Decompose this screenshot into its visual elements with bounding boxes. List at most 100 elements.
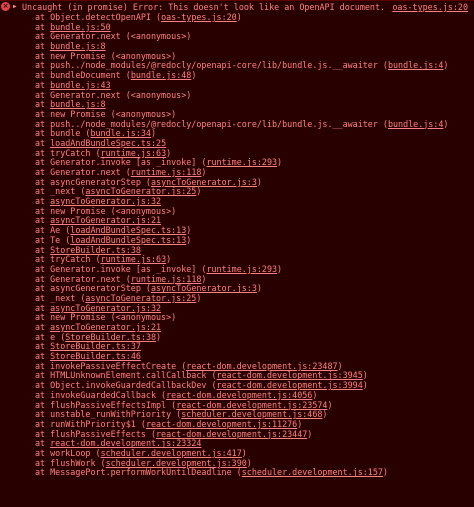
stack-frame-source-link[interactable]: bundle.js:34 bbox=[90, 128, 151, 138]
stack-frame-suffix: ) bbox=[236, 12, 242, 22]
stack-frame-source-link[interactable]: StoreBuilder.ts:37 bbox=[50, 341, 141, 352]
stack-frame-source-link[interactable]: StoreBuilder.ts:38 bbox=[50, 245, 141, 255]
stack-frame-suffix: ) bbox=[156, 331, 162, 342]
stack-frame-source-link[interactable]: scheduler.development.js:468 bbox=[181, 409, 322, 419]
stack-frame-text: at bbox=[35, 137, 51, 148]
stack-frame-source-link[interactable]: bundle.js:48 bbox=[131, 70, 192, 80]
stack-frame-source-link[interactable]: runtime.js:63 bbox=[101, 148, 167, 158]
stack-frame-text: at new Promise (<anonymous>) bbox=[35, 205, 177, 216]
stack-frame-suffix: ) bbox=[196, 292, 202, 303]
stack-frame-text: at tryCatch ( bbox=[35, 147, 101, 158]
stack-frame-text: at flushWork ( bbox=[35, 457, 106, 468]
stack-frame-suffix: ) bbox=[186, 225, 192, 236]
stack-frame-source-link[interactable]: react-dom.development.js:11276 bbox=[146, 419, 297, 429]
stack-frame-text: at bbox=[35, 322, 51, 332]
stack-frame-source-link[interactable]: react-dom.development.js:3994 bbox=[217, 380, 363, 390]
stack-frame-text: at asyncGeneratorStep ( bbox=[35, 283, 151, 294]
stack-frame-text: at bbox=[35, 302, 51, 313]
stack-frame-source-link[interactable]: react-dom.development.js:3945 bbox=[217, 370, 363, 381]
stack-frame-suffix: ) bbox=[166, 254, 172, 265]
stack-frame-text: at bbox=[35, 41, 51, 52]
stack-frame-suffix: ) bbox=[297, 418, 303, 429]
stack-frame-suffix: ) bbox=[256, 283, 262, 294]
stack-frame-source-link[interactable]: asyncToGenerator.js:32 bbox=[50, 196, 161, 206]
stack-frame-source-link[interactable]: asyncToGenerator.js:21 bbox=[50, 215, 161, 226]
stack-frame-source-link[interactable]: bundle.js:8 bbox=[50, 99, 105, 109]
stack-frame-source-link[interactable]: scheduler.development.js:417 bbox=[101, 448, 242, 458]
stack-frame-suffix: ) bbox=[191, 70, 197, 81]
error-message: Uncaught (in promise) Error: This doesn'… bbox=[22, 2, 386, 12]
stack-frame-text: at push../node_modules/@redocly/openapi-… bbox=[35, 60, 388, 71]
stack-frame-suffix: ) bbox=[277, 263, 283, 274]
stack-frame-text: at new Promise (<anonymous>) bbox=[35, 50, 177, 61]
stack-frame-text: at _next ( bbox=[35, 292, 86, 303]
stack-frame-text: at bbox=[35, 438, 51, 449]
stack-frame-source-link[interactable]: asyncToGenerator.js:25 bbox=[85, 293, 196, 303]
stack-frame-suffix: ) bbox=[150, 128, 157, 139]
stack-frame-source-link[interactable]: runtime.js:118 bbox=[131, 274, 202, 284]
stack-frame-source-link[interactable]: bundle.js:4 bbox=[388, 60, 443, 71]
stack-frame-text: at Generator.invoke [as _invoke] ( bbox=[35, 263, 207, 274]
stack-frame-source-link[interactable]: react-dom.development.js:23324 bbox=[50, 438, 201, 448]
error-source-link[interactable]: oas-types.js:20 bbox=[392, 1, 468, 13]
stack-frame-text: at Object.detectOpenAPI ( bbox=[35, 12, 162, 22]
stack-frame-source-link[interactable]: react-dom.development.js:23487 bbox=[186, 361, 337, 371]
stack-frame-text: at tryCatch ( bbox=[35, 254, 101, 265]
stack-frame-text: at Te ( bbox=[35, 234, 71, 245]
stack-frame-suffix: ) bbox=[362, 370, 368, 381]
stack-frame-text: at Ae ( bbox=[35, 225, 71, 236]
stack-frame-text: at bbox=[35, 244, 51, 255]
stack-frame-text: at bbox=[35, 351, 51, 362]
stack-frame-text: at runWithPriority$1 ( bbox=[35, 418, 146, 429]
stack-frame-source-link[interactable]: oas-types.js:20 bbox=[161, 12, 237, 22]
stack-frame-source-link[interactable]: bundle.js:43 bbox=[50, 80, 111, 90]
stack-frame-source-link[interactable]: asyncToGenerator.js:3 bbox=[151, 177, 257, 187]
stack-frame-suffix: ) bbox=[241, 447, 247, 458]
stack-frame-text: at bundleDocument ( bbox=[35, 70, 131, 81]
stack-frame-source-link[interactable]: loadAndBundleSpec.ts:13 bbox=[70, 225, 186, 235]
stack-frame-source-link[interactable]: bundle.js:8 bbox=[50, 41, 105, 51]
stack-frame-text: at bbox=[35, 196, 51, 207]
stack-frame-source-link[interactable]: StoreBuilder.ts:46 bbox=[50, 351, 141, 361]
stack-frame-source-link[interactable]: react-dom.development.js:23447 bbox=[156, 429, 307, 439]
stack-frame-source-link[interactable]: react-dom.development.js:23574 bbox=[176, 400, 327, 410]
stack-frame-suffix: ) bbox=[362, 380, 368, 391]
stack-frame-suffix: ) bbox=[186, 234, 192, 245]
error-header[interactable]: × ▶ Uncaught (in promise) Error: This do… bbox=[0, 1, 474, 13]
stack-frame-source-link[interactable]: bundle.js:50 bbox=[50, 22, 111, 32]
stack-frame-source-link[interactable]: bundle.js:4 bbox=[388, 119, 443, 129]
stack-frame-source-link[interactable]: loadAndBundleSpec.ts:25 bbox=[50, 138, 166, 148]
stack-frame-suffix: ) bbox=[277, 157, 283, 168]
stack-frame-source-link[interactable]: runtime.js:293 bbox=[206, 157, 277, 167]
stack-frame-text: at bbox=[35, 21, 51, 32]
stack-frame-text: at _next ( bbox=[35, 186, 86, 197]
stack-frame-source-link[interactable]: loadAndBundleSpec.ts:13 bbox=[70, 235, 186, 245]
stack-frame-source-link[interactable]: asyncToGenerator.js:25 bbox=[85, 186, 196, 197]
stack-frame-suffix: ) bbox=[382, 467, 388, 478]
stack-frame-source-link[interactable]: scheduler.development.js:157 bbox=[242, 467, 383, 477]
stack-frame-text: at new Promise (<anonymous>) bbox=[35, 312, 177, 323]
stack-frame-suffix: ) bbox=[201, 273, 207, 284]
stack-frame-text: at flushPassiveEffectsImpl ( bbox=[35, 399, 177, 410]
stack-frame-source-link[interactable]: scheduler.development.js:390 bbox=[106, 458, 247, 468]
error-circle-icon: × bbox=[1, 2, 10, 11]
stack-frame-text: at new Promise (<anonymous>) bbox=[35, 108, 177, 119]
stack-frame-suffix: ) bbox=[307, 428, 313, 439]
stack-frame-source-link[interactable]: runtime.js:293 bbox=[206, 264, 277, 274]
stack-frame-source-link[interactable]: asyncToGenerator.js:21 bbox=[50, 322, 161, 332]
stack-frame-source-link[interactable]: asyncToGenerator.js:3 bbox=[151, 283, 257, 293]
stack-frame-text: at bundle ( bbox=[35, 128, 91, 139]
stack-frame-source-link[interactable]: react-dom.development.js:4056 bbox=[166, 390, 312, 400]
stack-frame-source-link[interactable]: runtime.js:63 bbox=[101, 254, 167, 264]
stack-frame-text: at invokeGuardedCallback ( bbox=[35, 389, 167, 400]
expand-triangle-icon[interactable]: ▶ bbox=[13, 1, 17, 13]
stack-frame-text: at Generator.next ( bbox=[35, 167, 131, 177]
stack-frame-source-link[interactable]: StoreBuilder.ts:38 bbox=[65, 332, 156, 342]
stack-frame-suffix: ) bbox=[166, 147, 172, 158]
stack-frame-text: at push../node_modules/@redocly/openapi-… bbox=[35, 118, 388, 129]
stack-frame-source-link[interactable]: asyncToGenerator.js:32 bbox=[50, 303, 161, 313]
stack-frame-text: at flushPassiveEffects ( bbox=[35, 428, 157, 439]
stack-frame-source-link[interactable]: runtime.js:118 bbox=[131, 167, 202, 177]
stack-frame: at MessagePort.performWorkUntilDeadline … bbox=[0, 467, 474, 478]
stack-frame-text: at bbox=[35, 79, 51, 90]
